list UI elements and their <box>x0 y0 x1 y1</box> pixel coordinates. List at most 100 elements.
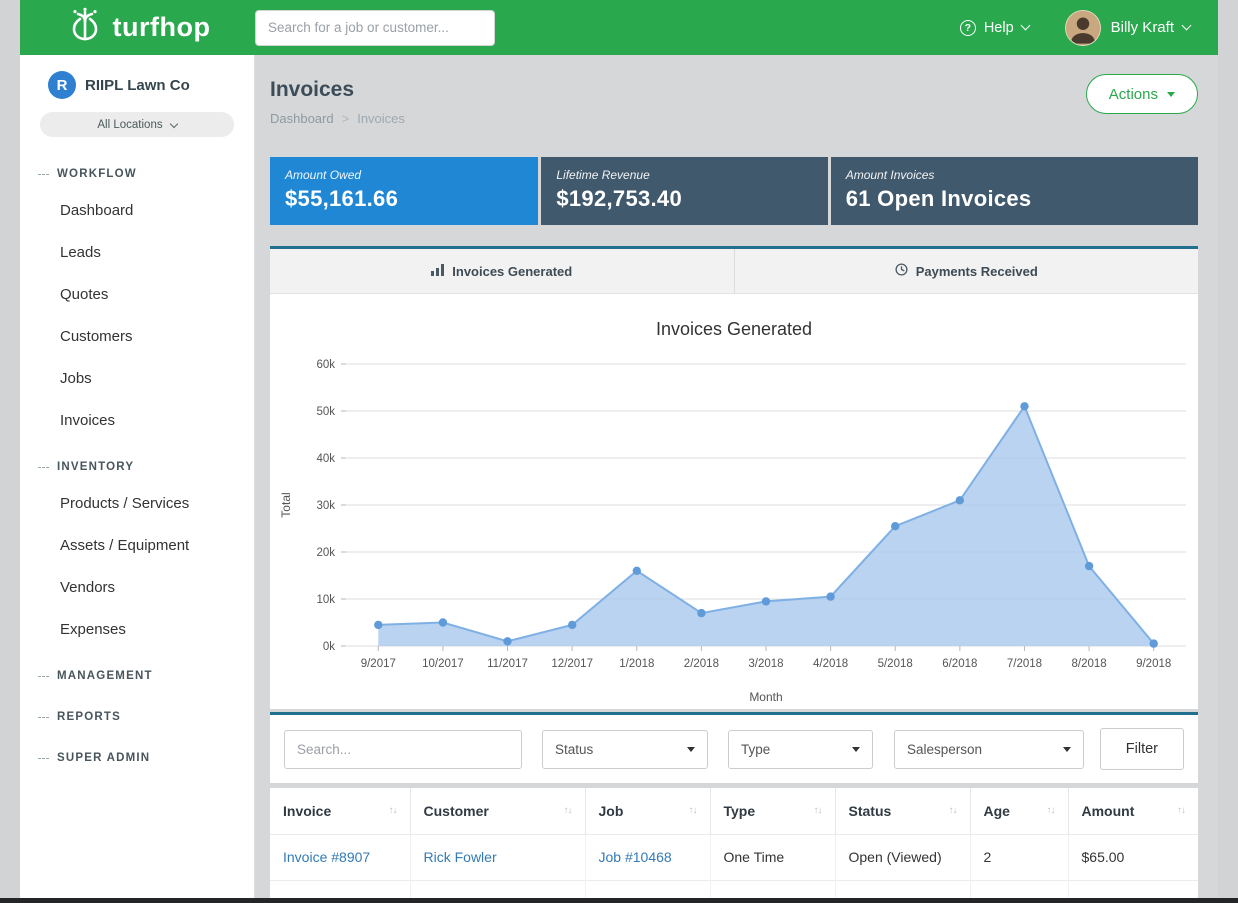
chevron-down-icon <box>169 119 177 127</box>
svg-text:9/2017: 9/2017 <box>361 658 396 670</box>
column-label: Job <box>599 803 624 819</box>
tab-label: Payments Received <box>916 264 1038 279</box>
column-header-job[interactable]: Job↑↓ <box>585 788 710 834</box>
sort-icon: ↑↓ <box>814 805 822 816</box>
user-menu[interactable]: Billy Kraft <box>1101 19 1190 36</box>
chevron-down-icon <box>1182 21 1192 31</box>
sidebar-item-assets-equipment[interactable]: Assets / Equipment <box>20 524 254 566</box>
stat-open-invoices: Amount Invoices 61 Open Invoices <box>831 157 1198 225</box>
help-label: Help <box>984 20 1014 36</box>
salesperson-select[interactable]: Salesperson <box>894 730 1084 769</box>
stat-label: Amount Owed <box>285 168 523 182</box>
sidebar-item-invoices[interactable]: Invoices <box>20 399 254 441</box>
tree-dash-icon <box>38 467 49 468</box>
invoice-link[interactable]: Invoice #8907 <box>283 849 370 865</box>
age-cell: 4 <box>970 880 1068 898</box>
table-search-input[interactable] <box>284 730 522 769</box>
sidebar-item-dashboard[interactable]: Dashboard <box>20 189 254 231</box>
column-label: Invoice <box>283 803 331 819</box>
column-header-status[interactable]: Status↑↓ <box>835 788 970 834</box>
column-header-invoice[interactable]: Invoice↑↓ <box>270 788 410 834</box>
customer-link[interactable]: Rick Fowler <box>424 849 497 865</box>
caret-down-icon <box>852 747 860 752</box>
sidebar-item-vendors[interactable]: Vendors <box>20 566 254 608</box>
breadcrumb-separator: > <box>342 111 350 126</box>
nav-section-label: WORKFLOW <box>57 168 137 180</box>
stat-lifetime-revenue: Lifetime Revenue $192,753.40 <box>541 157 827 225</box>
company-badge: R <box>48 71 76 99</box>
tab-invoices-generated[interactable]: Invoices Generated <box>270 249 734 293</box>
help-icon: ? <box>960 20 976 36</box>
svg-text:4/2018: 4/2018 <box>813 658 848 670</box>
svg-text:60k: 60k <box>316 359 335 371</box>
amount-cell: $65.00 <box>1068 834 1198 880</box>
sidebar-section-management[interactable]: MANAGEMENT <box>20 661 254 691</box>
bar-chart-icon <box>431 264 444 279</box>
help-menu[interactable]: ? Help <box>960 20 1029 36</box>
column-label: Age <box>984 803 1010 819</box>
stat-value: $192,753.40 <box>556 186 812 212</box>
sidebar-item-jobs[interactable]: Jobs <box>20 357 254 399</box>
type-select[interactable]: Type <box>728 730 873 769</box>
user-name: Billy Kraft <box>1111 19 1174 36</box>
location-selector-label: All Locations <box>97 119 162 131</box>
chart-panel: Invoices Generated Payments Received 0k 1… <box>270 246 1198 709</box>
svg-text:7/2018: 7/2018 <box>1007 658 1042 670</box>
sidebar-item-leads[interactable]: Leads <box>20 231 254 273</box>
breadcrumb: Dashboard > Invoices <box>270 111 1198 126</box>
sidebar-section-super-admin[interactable]: SUPER ADMIN <box>20 743 254 773</box>
invoices-table-card: Invoice↑↓ Customer↑↓ Job↑↓ Type↑↓ Status… <box>270 788 1198 898</box>
window-bottom-edge <box>0 898 1238 903</box>
svg-text:0k: 0k <box>323 641 335 653</box>
sidebar-item-products-services[interactable]: Products / Services <box>20 482 254 524</box>
actions-button[interactable]: Actions <box>1086 74 1198 114</box>
column-header-age[interactable]: Age ↑↓ <box>970 788 1068 834</box>
type-cell: One Time <box>710 834 835 880</box>
main-content: Invoices Dashboard > Invoices Actions Am… <box>255 55 1218 898</box>
stat-amount-owed: Amount Owed $55,161.66 <box>270 157 538 225</box>
type-cell: One Time <box>710 880 835 898</box>
status-select-value: Status <box>555 742 593 757</box>
column-label: Customer <box>424 803 489 819</box>
svg-text:1/2018: 1/2018 <box>619 658 654 670</box>
invoices-generated-chart: 0k10k20k30k40k50k60k9/201710/201711/2017… <box>270 294 1198 709</box>
app-window: turfhop ? Help Billy Kraft <box>20 0 1218 898</box>
company-header: R RIIPL Lawn Co <box>20 71 254 99</box>
column-header-amount[interactable]: Amount ↑↓ <box>1068 788 1198 834</box>
tree-dash-icon <box>38 758 49 759</box>
avatar[interactable] <box>1065 10 1101 46</box>
chart-tabs: Invoices Generated Payments Received <box>270 249 1198 294</box>
page-title: Invoices <box>270 69 1198 102</box>
breadcrumb-dashboard[interactable]: Dashboard <box>270 111 334 126</box>
global-search-input[interactable] <box>255 10 495 46</box>
stat-label: Lifetime Revenue <box>556 168 812 182</box>
topbar: turfhop ? Help Billy Kraft <box>20 0 1218 55</box>
sidebar-section-reports[interactable]: REPORTS <box>20 702 254 732</box>
sort-icon: ↑↓ <box>1177 805 1185 816</box>
location-selector[interactable]: All Locations <box>40 112 234 137</box>
filter-button[interactable]: Filter <box>1100 728 1184 770</box>
stat-label: Amount Invoices <box>846 168 1183 182</box>
job-link[interactable]: Job #10468 <box>599 849 672 865</box>
sidebar-item-quotes[interactable]: Quotes <box>20 273 254 315</box>
svg-text:20k: 20k <box>316 547 335 559</box>
sort-icon: ↑↓ <box>1047 805 1055 816</box>
column-label: Amount <box>1082 803 1135 819</box>
sidebar: R RIIPL Lawn Co All Locations WORKFLOW D… <box>20 55 255 898</box>
salesperson-select-value: Salesperson <box>907 742 982 757</box>
table-header-row: Invoice↑↓ Customer↑↓ Job↑↓ Type↑↓ Status… <box>270 788 1198 834</box>
sidebar-item-expenses[interactable]: Expenses <box>20 608 254 650</box>
table-row: Invoice #8907 Rick Fowler Job #10468 One… <box>270 834 1198 880</box>
column-header-customer[interactable]: Customer↑↓ <box>410 788 585 834</box>
sidebar-item-customers[interactable]: Customers <box>20 315 254 357</box>
tab-payments-received[interactable]: Payments Received <box>734 249 1199 293</box>
svg-text:30k: 30k <box>316 500 335 512</box>
svg-text:3/2018: 3/2018 <box>748 658 783 670</box>
turfhop-logo[interactable]: turfhop <box>20 7 255 48</box>
status-select[interactable]: Status <box>542 730 708 769</box>
status-cell: Open <box>835 880 970 898</box>
column-header-type[interactable]: Type↑↓ <box>710 788 835 834</box>
stats-row: Amount Owed $55,161.66 Lifetime Revenue … <box>270 157 1198 225</box>
svg-text:5/2018: 5/2018 <box>878 658 913 670</box>
svg-text:40k: 40k <box>316 453 335 465</box>
